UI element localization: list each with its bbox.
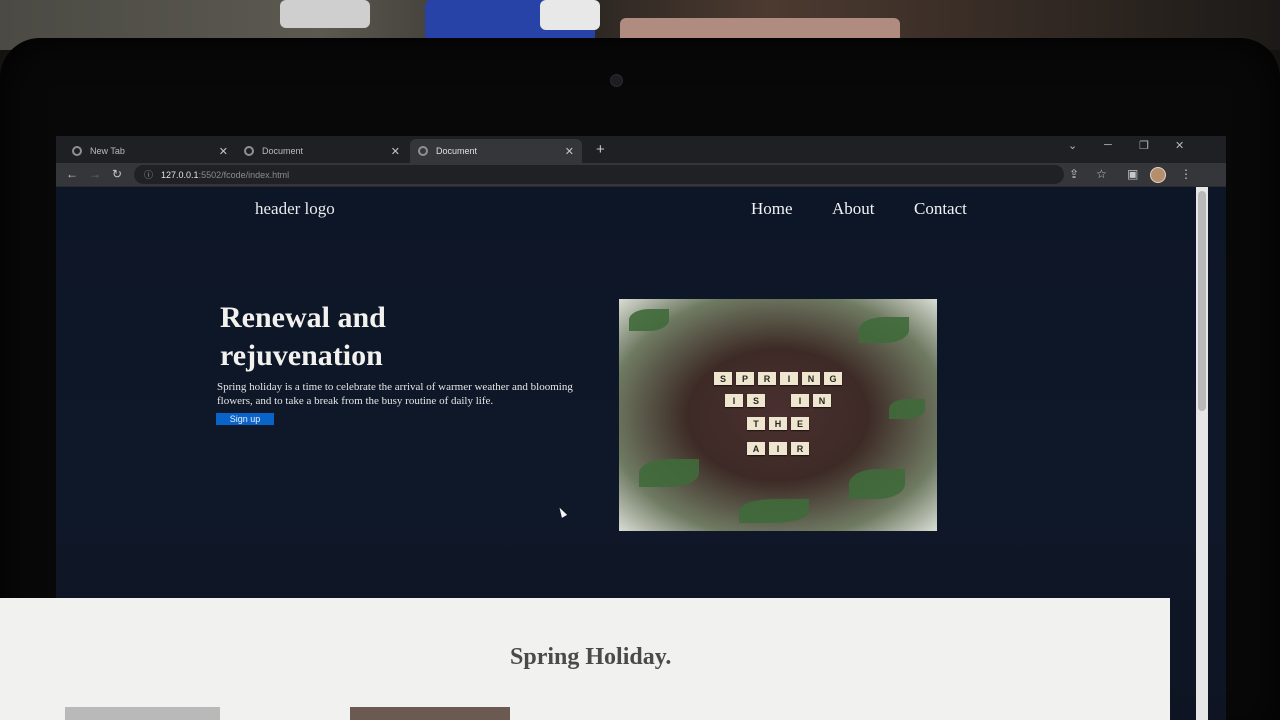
letter-tile: N	[802, 372, 820, 385]
url-path: :5502/fcode/index.html	[198, 169, 290, 180]
letter-tile: A	[747, 442, 765, 455]
restore-icon[interactable]: ❐	[1139, 139, 1149, 152]
desk-object	[540, 0, 600, 30]
tab-new-tab[interactable]: New Tab ✕	[64, 139, 236, 163]
sign-up-button[interactable]: Sign up	[216, 413, 274, 425]
sidebar-icon[interactable]: ▣	[1127, 167, 1138, 181]
url-host: 127.0.0.1	[161, 169, 199, 180]
section-title: Spring Holiday.	[510, 644, 672, 670]
minimize-icon[interactable]: ─	[1104, 139, 1112, 151]
card-thumbnail[interactable]	[65, 707, 220, 720]
leaf-decoration	[849, 469, 905, 499]
leaf-decoration	[639, 459, 699, 487]
letter-tile: S	[714, 372, 732, 385]
chrome-icon	[72, 146, 82, 156]
tab-document-active[interactable]: Document ✕	[410, 139, 582, 163]
webcam	[610, 74, 623, 87]
header-logo[interactable]: header logo	[255, 199, 335, 219]
letter-tile	[769, 394, 787, 407]
close-tab-icon[interactable]: ✕	[391, 145, 400, 158]
kebab-menu-icon[interactable]: ⋮	[1180, 167, 1192, 181]
reload-icon[interactable]: ↻	[112, 167, 122, 181]
letter-tile: H	[769, 417, 787, 430]
browser-tab-strip: New Tab ✕ Document ✕ Document ✕ + ⌄ ─ ❐ …	[56, 136, 1226, 163]
nav-about-link[interactable]: About	[832, 199, 875, 219]
letter-tile: G	[824, 372, 842, 385]
tab-document[interactable]: Document ✕	[236, 139, 408, 163]
scrollbar-thumb[interactable]	[1198, 191, 1206, 411]
desk-object	[280, 0, 370, 28]
mouse-cursor	[556, 506, 568, 518]
hero-text: Spring holiday is a time to celebrate th…	[217, 381, 573, 407]
new-tab-button[interactable]: +	[596, 141, 605, 158]
globe-icon	[244, 146, 254, 156]
letter-tile: I	[791, 394, 809, 407]
info-icon[interactable]: ⓘ	[144, 168, 153, 181]
letter-tile: P	[736, 372, 754, 385]
back-arrow-icon[interactable]: ←	[66, 167, 78, 181]
letter-tile: S	[747, 394, 765, 407]
card-thumbnail[interactable]	[350, 707, 510, 720]
site-header: header logo Home About Contact	[56, 187, 1196, 237]
close-tab-icon[interactable]: ✕	[219, 145, 228, 158]
nav-contact-link[interactable]: Contact	[914, 199, 967, 219]
tile-row-1: SPRING	[619, 372, 937, 385]
nav-home-link[interactable]: Home	[751, 199, 793, 219]
tab-title: Document	[436, 146, 478, 156]
browser-toolbar: ← → ↻ ⓘ 127.0.0.1:5502/fcode/index.html …	[56, 163, 1226, 187]
leaf-decoration	[739, 499, 809, 523]
leaf-decoration	[859, 317, 909, 343]
letter-tile: N	[813, 394, 831, 407]
tab-title: New Tab	[90, 146, 125, 156]
letter-tile: I	[769, 442, 787, 455]
letter-tile: E	[791, 417, 809, 430]
letter-tile: I	[780, 372, 798, 385]
address-bar[interactable]: ⓘ 127.0.0.1:5502/fcode/index.html	[134, 165, 1064, 184]
letter-tile: T	[747, 417, 765, 430]
tile-row-3: THE	[619, 417, 937, 430]
leaf-decoration	[629, 309, 669, 331]
letter-tile: R	[791, 442, 809, 455]
letter-tile: R	[758, 372, 776, 385]
star-icon[interactable]: ☆	[1096, 167, 1107, 181]
close-tab-icon[interactable]: ✕	[565, 145, 574, 158]
globe-icon	[418, 146, 428, 156]
close-window-icon[interactable]: ✕	[1175, 139, 1184, 152]
hero-title: Renewal and rejuvenation	[220, 301, 386, 372]
tab-title: Document	[262, 146, 304, 156]
tile-row-2: ISIN	[619, 394, 937, 407]
hero-image: SPRING ISIN THE AIR	[619, 299, 937, 531]
tile-row-4: AIR	[619, 442, 937, 455]
forward-arrow-icon[interactable]: →	[89, 167, 101, 181]
share-icon[interactable]: ⇪	[1069, 167, 1079, 181]
profile-avatar[interactable]	[1150, 167, 1166, 183]
tab-search-icon[interactable]: ⌄	[1068, 139, 1077, 152]
letter-tile: I	[725, 394, 743, 407]
